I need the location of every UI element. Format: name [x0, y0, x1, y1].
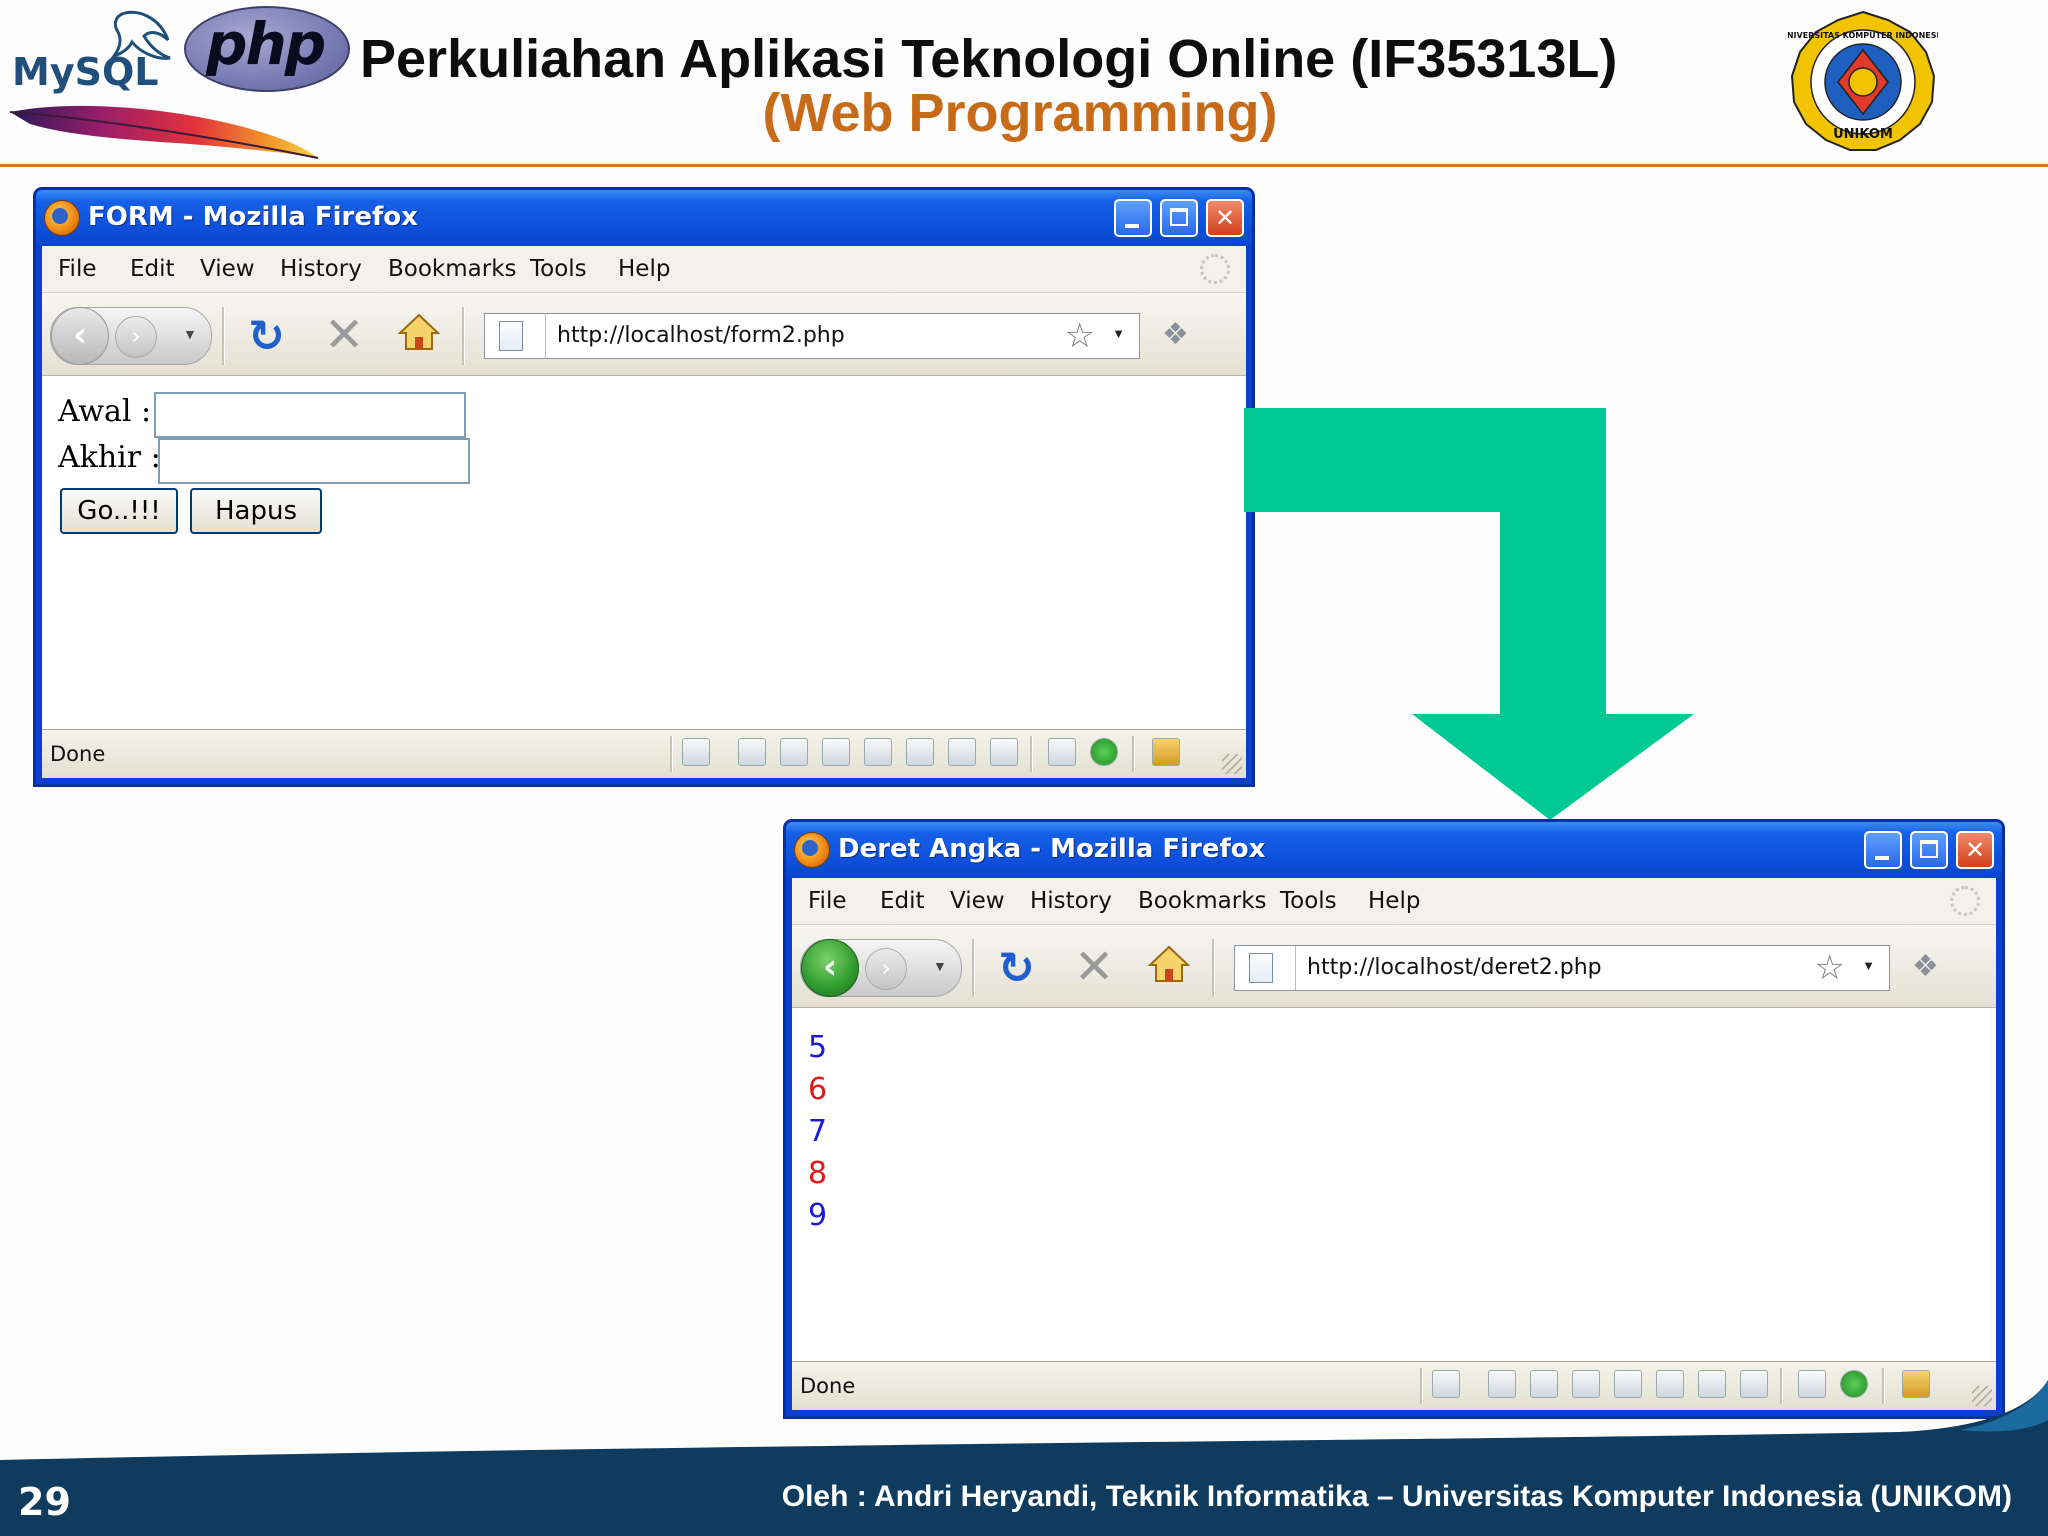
url-text: http://localhost/deret2.php	[1307, 955, 1602, 980]
svg-text:UNIKOM: UNIKOM	[1833, 127, 1893, 142]
back-forward-group: ‹ › ▼	[50, 307, 212, 365]
slide-title: Perkuliahan Aplikasi Teknologi Online (I…	[360, 29, 1618, 89]
browser-window-deret: Deret Angka - Mozilla Firefox ✕ File Edi…	[784, 820, 2004, 1418]
menu-history[interactable]: History	[1030, 888, 1112, 914]
menu-edit[interactable]: Edit	[130, 256, 175, 282]
header-divider	[0, 164, 2048, 167]
menu-help[interactable]: Help	[1368, 888, 1420, 914]
history-dropdown-icon[interactable]: ▼	[183, 326, 197, 342]
bookmark-star-icon[interactable]: ☆	[1065, 316, 1095, 356]
menu-tools[interactable]: Tools	[1280, 888, 1337, 914]
back-forward-group: ‹ › ▼	[800, 939, 962, 997]
page-content: Awal : Akhir : Go..!!! Hapus	[42, 376, 1246, 730]
close-button[interactable]: ✕	[1956, 831, 1994, 869]
menu-help[interactable]: Help	[618, 256, 670, 282]
pencil-icon[interactable]	[738, 738, 766, 766]
page-icon	[1249, 953, 1273, 983]
page-info-icon[interactable]	[682, 738, 710, 766]
close-button[interactable]: ✕	[1206, 199, 1244, 237]
php-logo: php	[184, 6, 350, 92]
stop-icon[interactable]: ✕	[1074, 939, 1114, 995]
window-title: FORM - Mozilla Firefox	[88, 202, 418, 232]
home-icon[interactable]	[398, 311, 440, 351]
menu-bar: File Edit View History Bookmarks Tools H…	[792, 878, 1996, 925]
home-status-icon[interactable]	[1152, 738, 1180, 766]
print-icon[interactable]	[864, 738, 892, 766]
refresh-icon[interactable]	[906, 738, 934, 766]
maximize-button[interactable]	[1910, 831, 1948, 869]
menu-view[interactable]: View	[950, 888, 1005, 914]
title-bar[interactable]: Deret Angka - Mozilla Firefox ✕	[786, 822, 2002, 878]
hapus-button[interactable]: Hapus	[190, 488, 322, 534]
tools-icon[interactable]	[1048, 738, 1076, 766]
flow-arrow	[1244, 408, 1694, 820]
navigation-toolbar: ‹ › ▼ ↻ ✕ http://localhost/form2.php ☆ ▼…	[42, 293, 1246, 376]
number-item: 8	[808, 1156, 828, 1191]
throbber-icon	[1200, 254, 1230, 284]
title-bar[interactable]: FORM - Mozilla Firefox ✕	[36, 190, 1252, 246]
menu-bar: File Edit View History Bookmarks Tools H…	[42, 246, 1246, 293]
menu-file[interactable]: File	[808, 888, 847, 914]
window-icon[interactable]	[948, 738, 976, 766]
address-bar[interactable]: http://localhost/form2.php ☆ ▼	[484, 313, 1140, 359]
mysql-logo: MySQL	[10, 6, 180, 96]
menu-history[interactable]: History	[280, 256, 362, 282]
number-item: 9	[808, 1198, 828, 1233]
minimize-button[interactable]	[1864, 831, 1902, 869]
number-item: 5	[808, 1030, 828, 1065]
url-dropdown-icon[interactable]: ▼	[1862, 958, 1875, 973]
url-dropdown-icon[interactable]: ▼	[1112, 326, 1125, 341]
bookmark-star-icon[interactable]: ☆	[1815, 948, 1845, 988]
window-title: Deret Angka - Mozilla Firefox	[838, 834, 1266, 864]
back-button[interactable]: ‹	[801, 939, 859, 997]
footer-credit: Oleh : Andri Heryandi, Teknik Informatik…	[781, 1480, 2012, 1513]
awal-input[interactable]	[154, 392, 466, 438]
svg-text:UNIVERSITAS KOMPUTER INDONESIA: UNIVERSITAS KOMPUTER INDONESIA	[1788, 31, 1938, 40]
akhir-label: Akhir :	[58, 440, 161, 475]
throbber-icon	[1950, 886, 1980, 916]
forward-button[interactable]: ›	[865, 948, 907, 990]
browser-window-form: FORM - Mozilla Firefox ✕ File Edit View …	[34, 188, 1254, 786]
stop-icon[interactable]: ✕	[324, 307, 364, 363]
menu-bookmarks[interactable]: Bookmarks	[1138, 888, 1267, 914]
maximize-button[interactable]	[1160, 199, 1198, 237]
status-bar: Done	[42, 729, 1246, 778]
number-item: 6	[808, 1072, 828, 1107]
apache-feather-logo	[10, 105, 319, 159]
save-icon[interactable]	[822, 738, 850, 766]
navigation-toolbar: ‹ › ▼ ↻ ✕ http://localhost/deret2.php ☆ …	[792, 925, 1996, 1008]
page-content: 5 6 7 8 9	[792, 1008, 1996, 1362]
slide-subtitle: (Web Programming)	[762, 83, 1278, 143]
home-icon[interactable]	[1148, 943, 1190, 983]
menu-edit[interactable]: Edit	[880, 888, 925, 914]
page-icon	[499, 321, 523, 351]
address-bar[interactable]: http://localhost/deret2.php ☆ ▼	[1234, 945, 1890, 991]
firefox-icon	[44, 200, 80, 236]
number-item: 7	[808, 1114, 828, 1149]
chart-icon[interactable]	[990, 738, 1018, 766]
addons-icon[interactable]: ❖	[1912, 949, 1939, 984]
reload-icon[interactable]: ↻	[248, 311, 285, 362]
url-text: http://localhost/form2.php	[557, 323, 845, 348]
globe-icon[interactable]	[780, 738, 808, 766]
firefox-icon	[794, 832, 830, 868]
go-button[interactable]: Go..!!!	[60, 488, 178, 534]
page-number: 29	[18, 1480, 71, 1524]
status-text: Done	[50, 742, 106, 766]
menu-view[interactable]: View	[200, 256, 255, 282]
menu-tools[interactable]: Tools	[530, 256, 587, 282]
back-button[interactable]: ‹	[51, 307, 109, 365]
addons-icon[interactable]: ❖	[1162, 317, 1189, 352]
forward-button[interactable]: ›	[115, 316, 157, 358]
info-icon[interactable]	[1090, 738, 1118, 766]
minimize-button[interactable]	[1114, 199, 1152, 237]
awal-label: Awal :	[58, 394, 152, 429]
akhir-input[interactable]	[158, 438, 470, 484]
unikom-logo: UNIVERSITAS KOMPUTER INDONESIA UNIKOM	[1788, 10, 1938, 151]
menu-bookmarks[interactable]: Bookmarks	[388, 256, 517, 282]
reload-icon[interactable]: ↻	[998, 943, 1035, 994]
menu-file[interactable]: File	[58, 256, 97, 282]
resize-grip[interactable]	[1222, 754, 1242, 774]
history-dropdown-icon[interactable]: ▼	[933, 958, 947, 974]
